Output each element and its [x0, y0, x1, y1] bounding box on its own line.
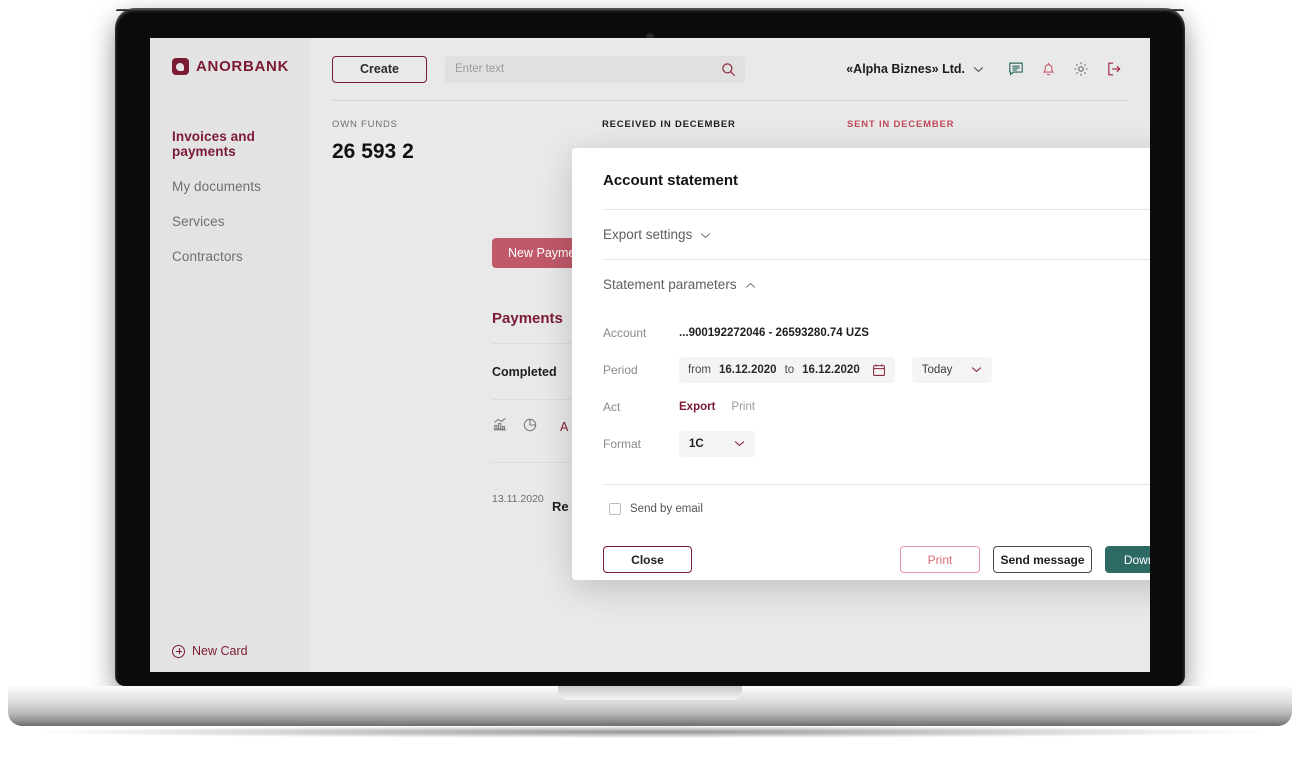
field-format-label: Format	[603, 437, 642, 451]
new-card-button[interactable]: New Card	[172, 644, 248, 658]
statement-parameters-body: Account ...900192272046 - 26593280.74 UZ…	[603, 309, 1150, 462]
dialog-footer: Close Print Send message Download	[603, 546, 1150, 573]
send-message-button[interactable]: Send message	[993, 546, 1092, 573]
format-select[interactable]: 1C	[679, 431, 755, 457]
export-settings-section-toggle[interactable]: Export settings	[603, 210, 1150, 259]
field-account: Account ...900192272046 - 26593280.74 UZ…	[603, 315, 1150, 351]
period-from-label: from	[688, 364, 711, 376]
laptop-notch	[558, 686, 742, 700]
field-account-label: Account	[603, 326, 647, 340]
laptop-mockup: ANORBANK Invoices and payments My docume…	[0, 0, 1300, 762]
sidebar-item-my-documents[interactable]: My documents	[150, 169, 310, 204]
dialog-title: Account statement	[603, 172, 739, 189]
act-option-print[interactable]: Print	[731, 401, 755, 413]
print-button[interactable]: Print	[900, 546, 980, 573]
chevron-down-icon	[734, 438, 745, 450]
calendar-icon[interactable]	[872, 363, 886, 377]
laptop-shadow	[40, 726, 1260, 738]
period-to-label: to	[784, 364, 795, 376]
sidebar-nav: Invoices and payments My documents Servi…	[150, 119, 310, 274]
download-button[interactable]: Download	[1105, 546, 1150, 573]
new-card-label: New Card	[192, 644, 248, 658]
field-act: Act Export Print	[603, 389, 1150, 425]
modal-overlay: Account statement Export settings Statem…	[310, 38, 1150, 672]
field-period: Period from 16.12.2020 to 16.12.2020 Tod…	[603, 352, 1150, 388]
anorbank-logo-mark-icon	[172, 58, 189, 75]
period-preset-value: Today	[921, 364, 953, 376]
field-act-label: Act	[603, 400, 621, 414]
field-format: Format 1C	[603, 426, 1150, 462]
chevron-down-icon	[971, 364, 982, 376]
chevron-down-icon	[700, 227, 711, 242]
sidebar-item-services[interactable]: Services	[150, 204, 310, 239]
screen: ANORBANK Invoices and payments My docume…	[150, 38, 1150, 672]
period-to-value[interactable]: 16.12.2020	[802, 364, 860, 376]
plus-circle-icon	[172, 644, 185, 658]
account-statement-dialog: Account statement Export settings Statem…	[572, 148, 1150, 580]
field-period-label: Period	[603, 363, 638, 377]
main-content: Create «Alpha Biznes» Ltd.	[310, 38, 1150, 672]
sidebar: ANORBANK Invoices and payments My docume…	[150, 38, 310, 672]
period-range-input[interactable]: from 16.12.2020 to 16.12.2020	[679, 357, 895, 383]
brand-logo[interactable]: ANORBANK	[150, 38, 310, 75]
field-account-value: ...900192272046 - 26593280.74 UZS	[679, 327, 869, 339]
close-button[interactable]: Close	[603, 546, 692, 573]
statement-parameters-section-toggle[interactable]: Statement parameters	[603, 260, 1150, 309]
sidebar-item-invoices-and-payments[interactable]: Invoices and payments	[150, 119, 310, 169]
act-option-export[interactable]: Export	[679, 401, 715, 413]
statement-parameters-label: Statement parameters	[603, 277, 737, 292]
send-by-email-label: Send by email	[630, 503, 703, 515]
format-value: 1C	[689, 438, 704, 450]
send-by-email-checkbox[interactable]: Send by email	[603, 485, 1150, 515]
period-from-value[interactable]: 16.12.2020	[719, 364, 777, 376]
sidebar-item-contractors[interactable]: Contractors	[150, 239, 310, 274]
dialog-footer-actions: Print Send message Download	[900, 546, 1150, 573]
brand-name: ANORBANK	[196, 58, 290, 75]
export-settings-label: Export settings	[603, 227, 693, 242]
checkbox-box[interactable]	[609, 503, 621, 515]
period-preset-select[interactable]: Today	[911, 357, 992, 383]
chevron-up-icon	[745, 277, 756, 292]
